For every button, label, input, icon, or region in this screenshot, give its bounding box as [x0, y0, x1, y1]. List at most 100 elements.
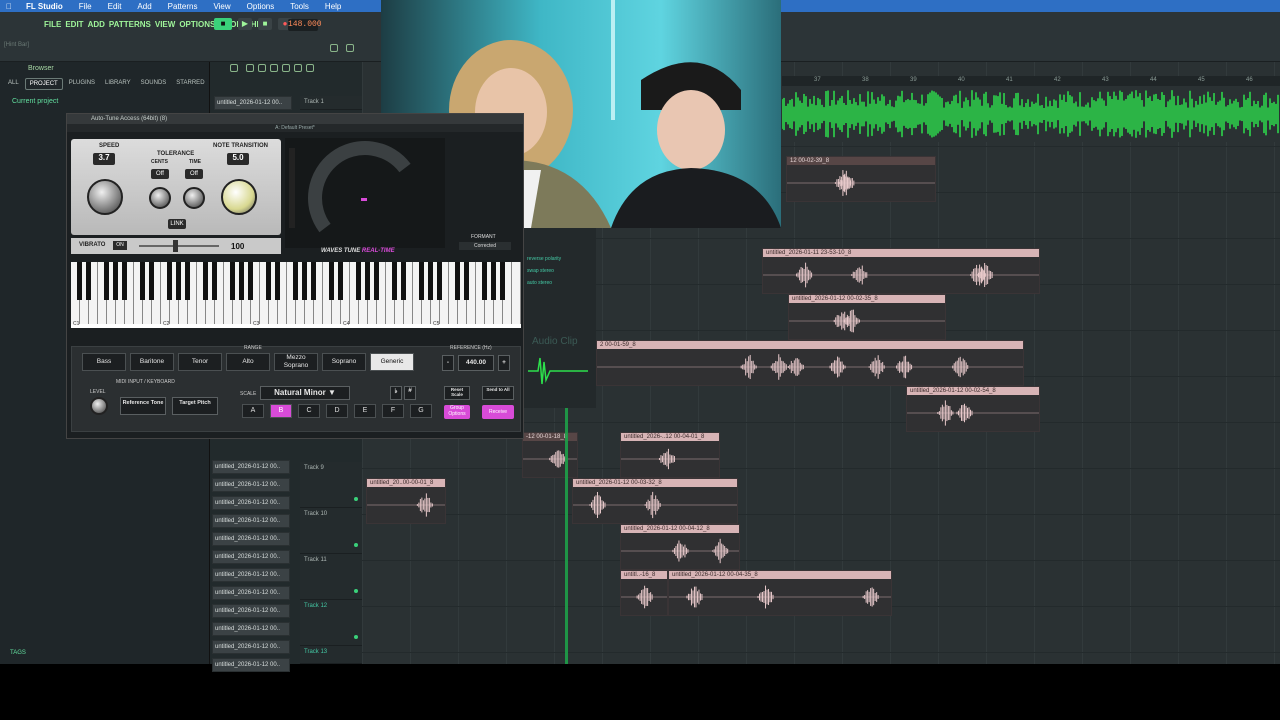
- vibrato-on-button[interactable]: ON: [113, 241, 127, 250]
- piano-black-key[interactable]: [149, 262, 154, 300]
- note-c-button[interactable]: C: [298, 404, 320, 418]
- note-d-button[interactable]: D: [326, 404, 348, 418]
- audio-clip-option[interactable]: reverse polarity: [527, 256, 561, 262]
- reference-minus-button[interactable]: -: [442, 355, 454, 371]
- note-b-button[interactable]: B: [270, 404, 292, 418]
- menu-options[interactable]: Options: [239, 2, 283, 11]
- audio-clip[interactable]: untitled_2026-01-12 00-02-35_8: [788, 294, 946, 340]
- piano-black-key[interactable]: [275, 262, 280, 300]
- piano-black-key[interactable]: [122, 262, 127, 300]
- clip-title[interactable]: untitled_2026-01-11 23-53-10_8: [763, 249, 1039, 257]
- track-header-9[interactable]: Track 9: [300, 462, 362, 508]
- piano-black-key[interactable]: [455, 262, 460, 300]
- track-led[interactable]: [354, 497, 358, 501]
- piano-white-key[interactable]: [512, 262, 521, 324]
- audio-clip[interactable]: untitled_2026-01-12 00-03-32_8: [572, 478, 738, 524]
- ruler-bar-number[interactable]: 46: [1246, 77, 1253, 83]
- plugin-titlebar[interactable]: Auto-Tune Access (64bit) (8): [67, 114, 523, 124]
- tempo-display[interactable]: 148.000: [288, 19, 322, 31]
- tab-library[interactable]: LIBRARY: [101, 78, 135, 90]
- fl-menu-edit[interactable]: EDIT: [65, 20, 83, 29]
- flat-button[interactable]: ♭: [390, 386, 402, 400]
- menu-patterns[interactable]: Patterns: [160, 2, 206, 11]
- preset-selector[interactable]: A: Default Preset*: [67, 124, 523, 132]
- clip-title[interactable]: untitled_2026-01-12 00-03-32_8: [573, 479, 737, 487]
- clip-title[interactable]: untitl..-16_8: [621, 571, 667, 579]
- vibrato-slider[interactable]: [139, 245, 219, 247]
- audio-clip[interactable]: untitled_2026-01-12 00-04-12_8: [620, 524, 740, 570]
- fl-menu-patterns[interactable]: PATTERNS: [109, 20, 151, 29]
- reset-scale-button[interactable]: Reset Scale: [444, 386, 470, 400]
- channel-item[interactable]: untitled_2026-01-12 00..: [212, 478, 290, 492]
- audio-clip[interactable]: untitled_2026-01-12 00-02-54_8: [906, 386, 1040, 432]
- audio-clip[interactable]: untitled_2026-01-11 23-53-10_8: [762, 248, 1040, 294]
- timeline-ruler[interactable]: 37 38 39 40 41 42 43 44 45 46: [782, 76, 1280, 86]
- piano-black-key[interactable]: [374, 262, 379, 300]
- menu-app-name[interactable]: FL Studio: [18, 2, 71, 11]
- channel-item[interactable]: untitled_2026-01-12 00..: [212, 514, 290, 528]
- menu-help[interactable]: Help: [317, 2, 349, 11]
- audio-clip[interactable]: untitl..-16_8: [620, 570, 668, 616]
- track-led[interactable]: [354, 543, 358, 547]
- voice-tenor-button[interactable]: Tenor: [178, 353, 222, 371]
- note-transition-value[interactable]: 5.0: [227, 153, 249, 165]
- tab-all[interactable]: ALL: [4, 78, 23, 90]
- clip-title[interactable]: untitled_2026-01-12 00-02-54_8: [907, 387, 1039, 395]
- piano-black-key[interactable]: [419, 262, 424, 300]
- vibrato-slider-handle[interactable]: [173, 240, 178, 252]
- piano-black-key[interactable]: [392, 262, 397, 300]
- menu-file[interactable]: File: [71, 2, 100, 11]
- channel-item[interactable]: untitled_2026-01-12 00..: [212, 658, 290, 672]
- clip-title[interactable]: -12 00-01-18_8: [523, 433, 577, 441]
- piano-black-key[interactable]: [86, 262, 91, 300]
- channel-item[interactable]: untitled_2026-01-12 00..: [212, 640, 290, 654]
- stop-icon[interactable]: ■: [258, 18, 272, 30]
- channel-item[interactable]: untitled_2026-01-12 00..: [212, 568, 290, 582]
- piano-black-key[interactable]: [500, 262, 505, 300]
- zoom-icon[interactable]: [306, 64, 314, 72]
- audio-clip[interactable]: untitled_2026-..12 00-04-01_8: [620, 432, 720, 478]
- speed-knob[interactable]: [87, 179, 123, 215]
- track-header-11[interactable]: Track 11: [300, 554, 362, 600]
- piano-black-key[interactable]: [302, 262, 307, 300]
- piano-black-key[interactable]: [203, 262, 208, 300]
- reference-plus-button[interactable]: +: [498, 355, 510, 371]
- piano-black-key[interactable]: [437, 262, 442, 300]
- piano-keyboard[interactable]: C1 C2 C3 C4 C5: [71, 262, 521, 328]
- track-led[interactable]: [354, 635, 358, 639]
- clip-title[interactable]: untitled_20..00-00-01_8: [367, 479, 445, 487]
- piano-black-key[interactable]: [464, 262, 469, 300]
- note-f-button[interactable]: F: [382, 404, 404, 418]
- snap-icon[interactable]: [230, 64, 238, 72]
- ruler-bar-number[interactable]: 39: [910, 77, 917, 83]
- channel-item[interactable]: untitled_2026-01-12 00..: [212, 532, 290, 546]
- clip-title[interactable]: untitled_2026-01-12 00-04-35_8: [669, 571, 891, 579]
- piano-black-key[interactable]: [401, 262, 406, 300]
- track-header-13[interactable]: Track 13: [300, 646, 362, 664]
- note-a-button[interactable]: A: [242, 404, 264, 418]
- channel-rack-icon[interactable]: [346, 44, 354, 52]
- tab-project[interactable]: PROJECT: [24, 78, 63, 90]
- piano-black-key[interactable]: [356, 262, 361, 300]
- pattern-song-toggle[interactable]: ■: [214, 18, 232, 30]
- piano-black-key[interactable]: [491, 262, 496, 300]
- current-project-item[interactable]: Current project: [12, 98, 58, 105]
- ruler-bar-number[interactable]: 40: [958, 77, 965, 83]
- note-transition-knob[interactable]: [221, 179, 257, 215]
- cents-knob[interactable]: [149, 187, 171, 209]
- channel-item[interactable]: untitled_2026-01-12 00..: [212, 604, 290, 618]
- channel-item[interactable]: untitled_2026-01-12 00..: [214, 96, 292, 110]
- audio-clip[interactable]: untitled_20..00-00-01_8: [366, 478, 446, 524]
- level-knob[interactable]: [90, 397, 108, 415]
- sharp-button[interactable]: #: [404, 386, 416, 400]
- voice-soprano-button[interactable]: Soprano: [322, 353, 366, 371]
- tab-plugins[interactable]: PLUGINS: [65, 78, 99, 90]
- channel-item[interactable]: untitled_2026-01-12 00..: [212, 460, 290, 474]
- piano-black-key[interactable]: [176, 262, 181, 300]
- channel-item[interactable]: untitled_2026-01-12 00..: [212, 550, 290, 564]
- piano-black-key[interactable]: [77, 262, 82, 300]
- apple-icon[interactable]: : [0, 2, 18, 11]
- clip-title[interactable]: untitled_2026-01-12 00-02-35_8: [789, 295, 945, 303]
- cents-off-button[interactable]: Off: [151, 169, 169, 179]
- piano-black-key[interactable]: [185, 262, 190, 300]
